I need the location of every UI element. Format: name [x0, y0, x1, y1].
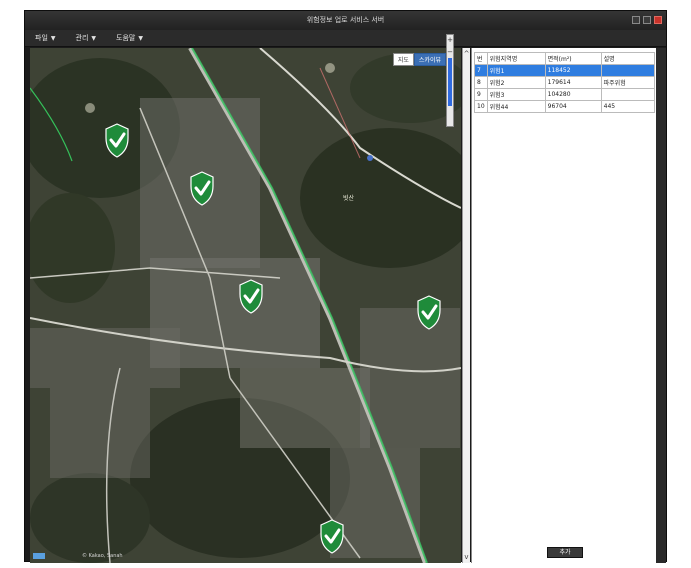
map-attribution: © Kakao, Sanah	[82, 552, 123, 559]
maximize-button[interactable]	[643, 16, 651, 24]
landmark	[325, 63, 335, 73]
add-button[interactable]: 추가	[547, 547, 583, 558]
scroll-up-icon[interactable]: ^	[463, 50, 470, 58]
column-header[interactable]: 번	[474, 52, 488, 65]
zoom-control: + −	[446, 34, 454, 127]
menu-manage[interactable]: 관리 ▼	[76, 33, 97, 43]
menu-file[interactable]: 파일 ▼	[35, 33, 56, 43]
scroll-down-icon[interactable]: v	[463, 553, 470, 561]
route-marker	[367, 155, 373, 161]
cell-area: 96704	[544, 100, 602, 113]
forest-area	[30, 473, 150, 563]
menu-file-label: 파일	[35, 34, 48, 42]
table-row[interactable]: 7 위험1 118452	[474, 64, 656, 77]
caret-down-icon: ▼	[91, 34, 97, 42]
zoom-in-button[interactable]: +	[447, 36, 453, 44]
cell-desc	[600, 64, 656, 77]
caret-down-icon: ▼	[50, 34, 56, 42]
column-header[interactable]: 면적(m²)	[544, 52, 602, 65]
cell-no: 10	[474, 100, 488, 113]
cell-name: 위험1	[486, 64, 546, 77]
skyview-button[interactable]: 스카이뷰	[413, 53, 446, 66]
cell-no: 9	[474, 88, 488, 101]
map-imagery: 빗산 © Kakao, Sanah	[30, 48, 461, 563]
map-vertical-scrollbar[interactable]: ^ v	[462, 48, 470, 563]
cell-desc: 445	[600, 100, 656, 113]
cell-no: 7	[474, 64, 488, 77]
cell-area: 179614	[544, 76, 602, 89]
map-type-toggle: 지도 스카이뷰	[392, 53, 446, 66]
menu-manage-label: 관리	[75, 34, 89, 42]
cell-name: 위험2	[486, 76, 546, 89]
menu-bar: 파일 ▼ 관리 ▼ 도움말 ▼	[25, 30, 666, 47]
cell-area: 104280	[544, 88, 602, 101]
table-row[interactable]: 10 위험44 96704 445	[474, 100, 656, 113]
cell-name: 위험44	[486, 100, 546, 113]
urban-block	[50, 388, 150, 478]
minimize-button[interactable]	[632, 16, 640, 24]
panel-scrollbar[interactable]	[656, 48, 666, 563]
map-label-mountain: 빗산	[343, 194, 355, 202]
map-logo	[33, 553, 45, 559]
urban-block	[30, 328, 180, 388]
urban-block	[240, 368, 370, 448]
zoom-out-button[interactable]: −	[447, 48, 453, 56]
menu-help-label: 도움말	[116, 34, 136, 42]
app-window: 위험정보 업로 서비스 서버 파일 ▼ 관리 ▼ 도움말 ▼ 빗산 © Kaka…	[24, 10, 667, 563]
window-title: 위험정보 업로 서비스 서버	[306, 16, 385, 24]
cell-desc	[600, 88, 656, 101]
satellite-map[interactable]: 빗산 © Kakao, Sanah 지도 스카이뷰	[30, 48, 461, 563]
cell-area: 118452	[544, 64, 602, 77]
cell-desc: 파주위험	[600, 76, 656, 89]
map-view-button[interactable]: 지도	[392, 53, 414, 66]
close-button[interactable]	[654, 16, 662, 24]
caret-down-icon: ▼	[138, 34, 143, 42]
column-header[interactable]: 설명	[600, 52, 656, 65]
zoom-slider[interactable]	[448, 58, 452, 106]
table-row[interactable]: 9 위험3 104280	[474, 88, 656, 101]
window-controls	[632, 16, 662, 24]
cell-no: 8	[474, 76, 488, 89]
column-header[interactable]: 위험지역명	[486, 52, 546, 65]
table-header-row: 번 위험지역명 면적(m²) 설명	[474, 52, 656, 65]
cell-name: 위험3	[486, 88, 546, 101]
landmark	[85, 103, 95, 113]
urban-block	[330, 448, 420, 558]
area-table: 번 위험지역명 면적(m²) 설명 7 위험1 118452 8 위험2 179614 파주…	[474, 52, 656, 113]
menu-help[interactable]: 도움말 ▼	[116, 33, 143, 43]
title-bar: 위험정보 업로 서비스 서버	[25, 11, 666, 30]
area-list-panel: 번 위험지역명 면적(m²) 설명 7 위험1 118452 8 위험2 179614 파주…	[471, 48, 656, 563]
table-row[interactable]: 8 위험2 179614 파주위험	[474, 76, 656, 89]
